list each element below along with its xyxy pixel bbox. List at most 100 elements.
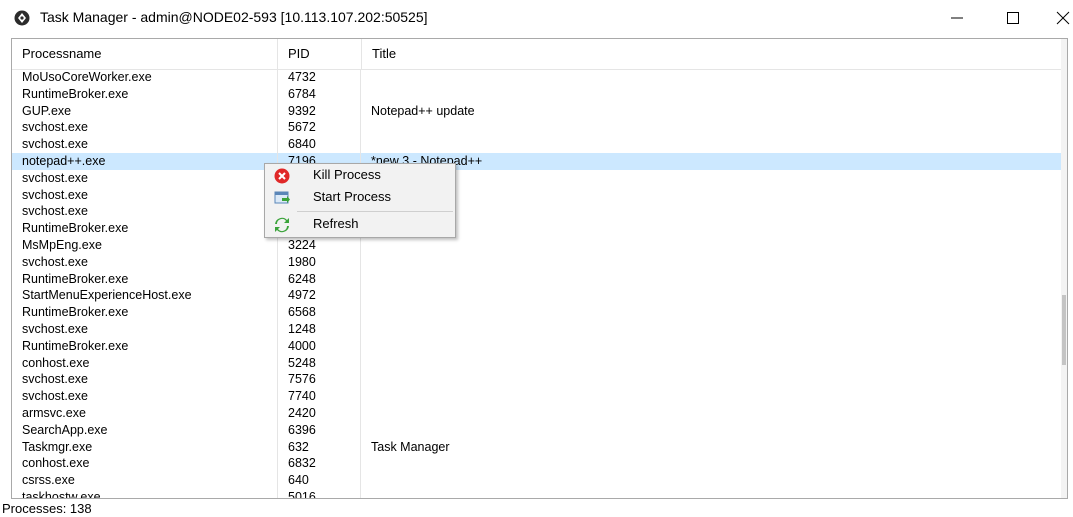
kill-process-icon [274, 168, 290, 184]
table-row[interactable]: MoUsoCoreWorker.exe 4732 [12, 69, 1061, 86]
table-row[interactable]: svchost.exe 5672 [12, 119, 1061, 137]
process-name-cell: svchost.exe [22, 254, 89, 269]
process-name-cell: conhost.exe [22, 355, 90, 370]
process-name-cell: svchost.exe [22, 137, 89, 152]
pid-cell: 6840 [277, 136, 361, 153]
title-cell: Task Manager [371, 439, 450, 454]
maximize-button[interactable] [990, 0, 1036, 36]
table-row[interactable]: RuntimeBroker.exe [12, 220, 1061, 237]
pid-cell: 6784 [277, 85, 361, 103]
process-name-cell: RuntimeBroker.exe [22, 221, 129, 236]
menu-item-label: Refresh [313, 216, 359, 231]
title-cell: *new 3 - Notepad++ [371, 153, 483, 168]
pid-cell: 6568 [277, 304, 361, 321]
close-icon [1056, 11, 1070, 25]
process-name-cell: svchost.exe [22, 187, 89, 202]
process-name-cell: svchost.exe [22, 204, 89, 219]
pid-cell: 1248 [277, 320, 361, 338]
process-name-cell: svchost.exe [22, 120, 89, 135]
app-icon [14, 10, 30, 26]
menu-item-refresh[interactable]: Refresh [265, 214, 455, 236]
vertical-scrollbar[interactable] [1061, 39, 1067, 498]
table-row[interactable]: MsMpEng.exe 3224 [12, 236, 1061, 254]
process-name-cell: svchost.exe [22, 321, 89, 336]
column-header-title[interactable]: Title [361, 39, 1061, 69]
title-cell [361, 388, 1061, 405]
title-cell [361, 119, 1061, 136]
table-row[interactable]: RuntimeBroker.exe 6248 [12, 270, 1061, 288]
process-name-cell: conhost.exe [22, 456, 90, 471]
table-row[interactable]: svchost.exe 7740 [12, 388, 1061, 405]
column-header-pid[interactable]: PID [277, 39, 361, 69]
table-row[interactable]: GUP.exe 9392 Notepad++ update [12, 102, 1061, 120]
pid-cell: 3224 [277, 236, 361, 254]
menu-item-label: Kill Process [313, 167, 381, 182]
table-row[interactable]: svchost.exe 1248 [12, 320, 1061, 338]
pid-cell: 9392 [277, 102, 361, 120]
table-row[interactable]: StartMenuExperienceHost.exe 4972 [12, 287, 1061, 305]
process-name-cell: csrss.exe [22, 473, 75, 488]
process-name-cell: MsMpEng.exe [22, 237, 102, 252]
menu-item-start-process[interactable]: Start Process [265, 187, 455, 209]
process-name-cell: svchost.exe [22, 170, 89, 185]
title-cell [361, 405, 1061, 422]
scrollbar-thumb[interactable] [1062, 295, 1066, 365]
title-cell [361, 455, 1061, 472]
table-row[interactable]: svchost.exe [12, 169, 1061, 187]
table-row[interactable]: csrss.exe 640 [12, 472, 1061, 489]
table-row[interactable]: RuntimeBroker.exe 4000 [12, 337, 1061, 355]
title-cell [361, 371, 1061, 388]
title-cell [361, 422, 1061, 439]
table-body: MoUsoCoreWorker.exe 4732 RuntimeBroker.exe… [12, 69, 1061, 499]
title-cell [361, 271, 1061, 288]
table-row[interactable]: svchost.exe [12, 186, 1061, 204]
close-button[interactable] [1040, 0, 1073, 36]
table-row[interactable]: RuntimeBroker.exe 6784 [12, 85, 1061, 103]
menu-separator [297, 211, 453, 212]
process-name-cell: GUP.exe [22, 103, 72, 118]
title-cell [361, 489, 1061, 498]
title-cell [361, 237, 1061, 254]
table-row[interactable]: SearchApp.exe 6396 [12, 421, 1061, 439]
table-row[interactable]: notepad++.exe 7196 *new 3 - Notepad++ [12, 152, 1061, 170]
table-row[interactable]: svchost.exe 6840 [12, 136, 1061, 153]
pid-cell: 5248 [277, 354, 361, 372]
pid-cell: 4732 [277, 69, 361, 86]
process-name-cell: RuntimeBroker.exe [22, 86, 129, 101]
column-header-processname[interactable]: Processname [12, 39, 277, 69]
start-process-icon [274, 191, 290, 204]
table-row[interactable]: Taskmgr.exe 632 Task Manager [12, 438, 1061, 456]
process-list[interactable]: Processname PID Title MoUsoCoreWorker.ex… [11, 38, 1068, 499]
table-row[interactable]: svchost.exe 1980 [12, 253, 1061, 271]
process-name-cell: SearchApp.exe [22, 422, 108, 437]
table-row[interactable]: svchost.exe [12, 203, 1061, 221]
title-cell [361, 287, 1061, 304]
title-cell [361, 136, 1061, 153]
title-cell [361, 304, 1061, 321]
process-name-cell: Taskmgr.exe [22, 439, 93, 454]
table-row[interactable]: armsvc.exe 2420 [12, 404, 1061, 422]
pid-cell: 6396 [277, 421, 361, 439]
title-cell [361, 170, 1061, 187]
process-name-cell: RuntimeBroker.exe [22, 271, 129, 286]
title-cell [361, 220, 1061, 237]
process-name-cell: MoUsoCoreWorker.exe [22, 70, 152, 84]
pid-cell: 7740 [277, 388, 361, 405]
pid-cell: 7576 [277, 371, 361, 389]
table-row[interactable]: conhost.exe 5248 [12, 354, 1061, 372]
table-row[interactable]: svchost.exe 7576 [12, 371, 1061, 389]
menu-item-kill-process[interactable]: Kill Process [265, 165, 455, 187]
process-name-cell: notepad++.exe [22, 153, 106, 168]
title-cell [361, 203, 1061, 220]
minimize-button[interactable] [934, 0, 980, 36]
title-bar: Task Manager - admin@NODE02-593 [10.113.… [0, 0, 1073, 36]
pid-cell: 2420 [277, 404, 361, 422]
table-row[interactable]: conhost.exe 6832 [12, 455, 1061, 473]
table-row[interactable]: RuntimeBroker.exe 6568 [12, 304, 1061, 321]
table-row[interactable]: taskhostw.exe 5016 [12, 488, 1061, 499]
title-cell [361, 338, 1061, 355]
title-cell [361, 69, 1061, 86]
window-title: Task Manager - admin@NODE02-593 [10.113.… [40, 9, 428, 25]
process-name-cell: taskhostw.exe [22, 489, 101, 499]
status-bar: Processes: 138 [2, 501, 92, 516]
